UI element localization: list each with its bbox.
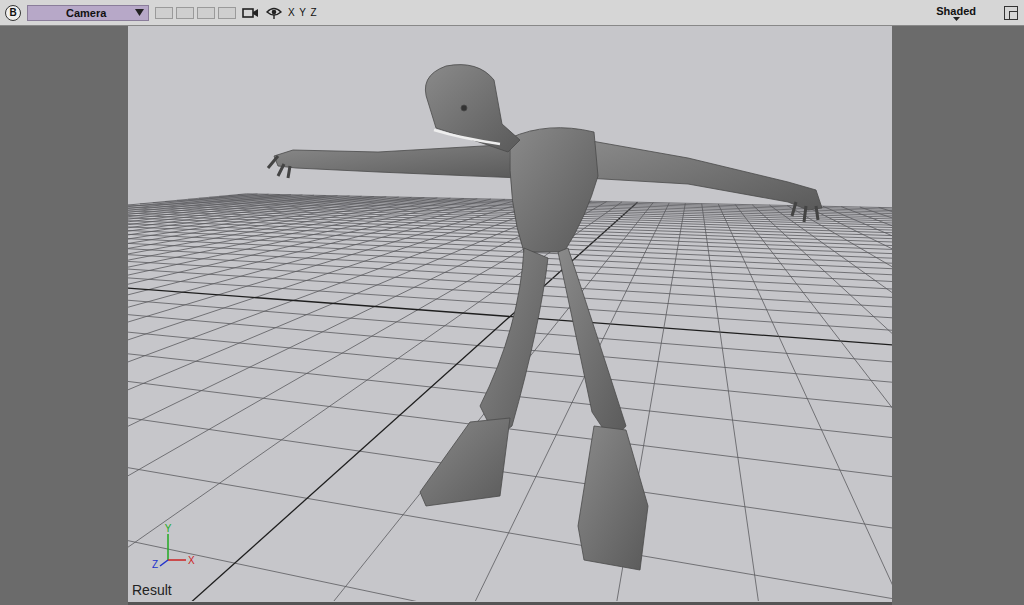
toolbar: B Camera X Y Z Shaded [0,0,1024,26]
grid-line [128,198,451,601]
camera-icon[interactable] [242,6,260,20]
grid-line [823,206,892,601]
grid-line [128,200,533,601]
axis-gizmo: Y X Z [152,523,195,570]
grid-line [128,201,562,601]
viewport-margin-left [0,26,128,605]
shading-label: Shaded [936,5,976,17]
grid-line [841,207,892,601]
grid-line [128,225,892,325]
z-axis-line [160,560,168,566]
grid-line [860,207,892,601]
camera-view[interactable]: Y X Z Result [128,26,892,605]
grid-line [128,223,892,312]
grid-line [718,204,892,601]
scene: Y X Z [128,26,892,601]
grid-line [787,205,892,601]
grid-line [128,198,437,601]
viewport: Y X Z Result [0,26,1024,605]
grid-line [128,197,374,601]
axis-toggle[interactable]: X Y Z [288,7,318,18]
grid-line [128,262,892,601]
camera-label: Camera [66,7,106,19]
grid-line [128,198,464,601]
camera-dropdown[interactable]: Camera [27,5,149,21]
grid-line [128,274,892,601]
bookmark-slot[interactable] [197,7,215,19]
viewport-window: B Camera X Y Z Shaded Y X Z Result [0,0,1024,605]
dropdown-arrow-icon [135,9,144,16]
grid-line [128,227,892,339]
shading-menu[interactable]: Shaded [936,5,976,21]
y-axis-label: Y [165,523,172,534]
panel-menu-button[interactable]: B [5,5,21,21]
grid-line [128,220,892,301]
grid-line [128,243,892,479]
z-axis-label: Z [152,559,158,570]
grid-line [752,205,892,601]
grid-line [702,204,892,601]
grid-line [879,207,892,601]
grid-line [128,256,892,601]
bookmark-slot[interactable] [218,7,236,19]
grid-line [128,197,399,601]
bookmark-slot[interactable] [155,7,173,19]
view-label: Result [132,582,172,598]
y-axis-line [167,534,169,560]
x-axis-line [168,559,186,561]
maximize-icon[interactable] [1004,6,1018,20]
grid-line [128,194,257,601]
grid-line [128,268,892,601]
bookmark-slots [155,7,236,19]
grid-line [735,204,892,601]
shading-arrow-icon [953,17,960,21]
x-axis-label: X [188,555,195,566]
grid-line [128,197,386,601]
eye-icon[interactable] [266,6,282,20]
grid-line [128,203,685,601]
ground-grid [128,194,892,601]
bookmark-slot[interactable] [176,7,194,19]
viewport-margin-right [892,26,1020,605]
grid-line [769,205,892,601]
grid-line [805,206,892,601]
creature-model[interactable] [268,65,822,570]
